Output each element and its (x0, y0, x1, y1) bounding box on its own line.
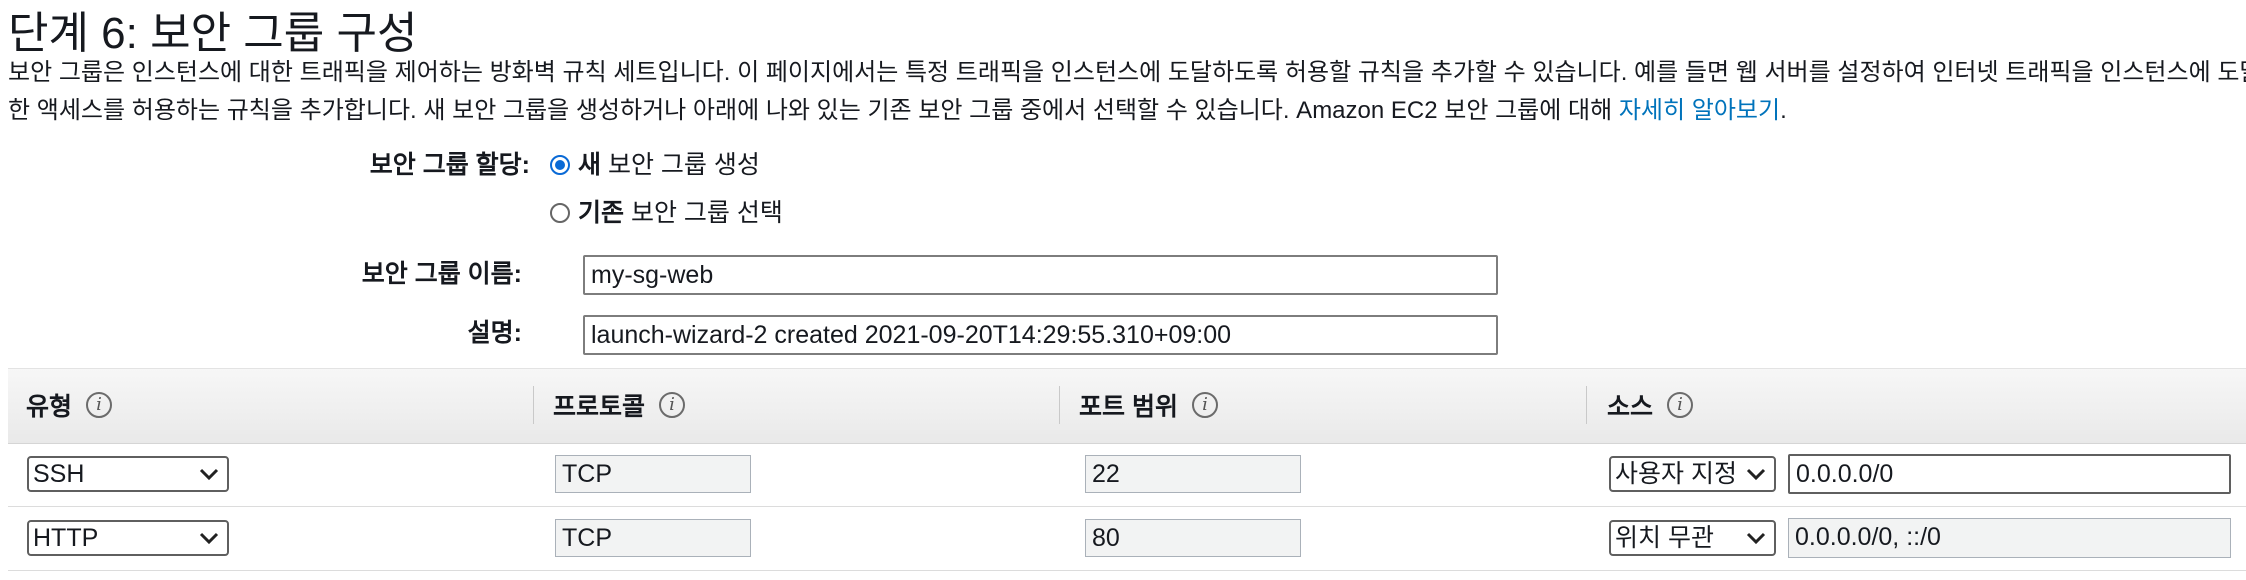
new-security-group-option[interactable]: 새 보안 그룹 생성 (578, 148, 760, 182)
column-divider (533, 386, 534, 424)
row-divider (8, 570, 2246, 571)
rule-type-select[interactable]: SSH (27, 456, 229, 492)
column-header-type-label: 유형 (26, 393, 73, 421)
rule-type-select[interactable]: HTTP (27, 520, 229, 556)
security-group-name-label: 보안 그룹 이름: (361, 260, 522, 288)
security-group-description-input[interactable]: launch-wizard-2 created 2021-09-20T14:29… (583, 315, 1498, 355)
chevron-down-icon (199, 532, 219, 545)
rule-source-mode-select[interactable]: 위치 무관 (1609, 520, 1776, 556)
column-divider (1586, 386, 1587, 424)
rule-source-input[interactable]: 0.0.0.0/0 (1788, 454, 2231, 494)
rule-protocol-field: TCP (555, 455, 751, 493)
column-header-source-label: 소스 (1607, 393, 1654, 421)
row-divider (8, 506, 2246, 507)
column-header-protocol-label: 프로토콜 (553, 393, 646, 421)
column-header-port-label: 포트 범위 (1079, 393, 1178, 421)
info-icon[interactable]: i (1667, 392, 1694, 418)
rule-type-value: HTTP (33, 524, 99, 552)
new-option-text: 보안 그룹 생성 (601, 151, 760, 179)
chevron-down-icon (1746, 532, 1766, 545)
existing-security-group-radio[interactable] (550, 203, 570, 223)
existing-option-text: 보안 그룹 선택 (624, 199, 783, 227)
rule-port-range-input[interactable]: 22 (1085, 455, 1301, 493)
existing-option-bold: 기존 (578, 199, 625, 227)
assign-security-group-label: 보안 그룹 할당: (369, 151, 530, 179)
security-group-name-input[interactable]: my-sg-web (583, 255, 1498, 295)
column-header-type: 유형 i (26, 368, 113, 442)
description-line-2: 한 액세스를 허용하는 규칙을 추가합니다. 새 보안 그룹을 생성하거나 아래… (8, 94, 1787, 128)
column-divider (1059, 386, 1060, 424)
security-group-description-label: 설명: (467, 319, 522, 347)
learn-more-link[interactable]: 자세히 알아보기 (1619, 97, 1780, 124)
new-option-bold: 새 (578, 151, 602, 179)
rule-type-value: SSH (33, 460, 85, 488)
column-header-protocol: 프로토콜 i (553, 368, 686, 442)
info-icon[interactable]: i (659, 392, 686, 418)
description-text: 한 액세스를 허용하는 규칙을 추가합니다. 새 보안 그룹을 생성하거나 아래… (8, 97, 1613, 124)
info-icon[interactable]: i (86, 392, 113, 418)
column-header-source: 소스 i (1607, 368, 1694, 442)
chevron-down-icon (199, 468, 219, 481)
rule-source-mode-value: 위치 무관 (1615, 524, 1714, 552)
rule-source-mode-value: 사용자 지정 (1615, 460, 1737, 488)
rule-port-range-input[interactable]: 80 (1085, 519, 1301, 557)
rule-source-mode-select[interactable]: 사용자 지정 (1609, 456, 1776, 492)
info-icon[interactable]: i (1191, 392, 1218, 418)
column-header-port-range: 포트 범위 i (1079, 368, 1218, 442)
existing-security-group-option[interactable]: 기존 보안 그룹 선택 (578, 196, 783, 230)
description-period: . (1780, 97, 1787, 124)
chevron-down-icon (1746, 468, 1766, 481)
description-line-1: 보안 그룹은 인스턴스에 대한 트래픽을 제어하는 방화벽 규칙 세트입니다. … (8, 59, 2246, 86)
new-security-group-radio[interactable] (550, 155, 570, 175)
rule-protocol-field: TCP (555, 519, 751, 557)
page-title: 단계 6: 보안 그룹 구성 (8, 9, 418, 58)
rule-source-input: 0.0.0.0/0, ::/0 (1788, 518, 2231, 558)
